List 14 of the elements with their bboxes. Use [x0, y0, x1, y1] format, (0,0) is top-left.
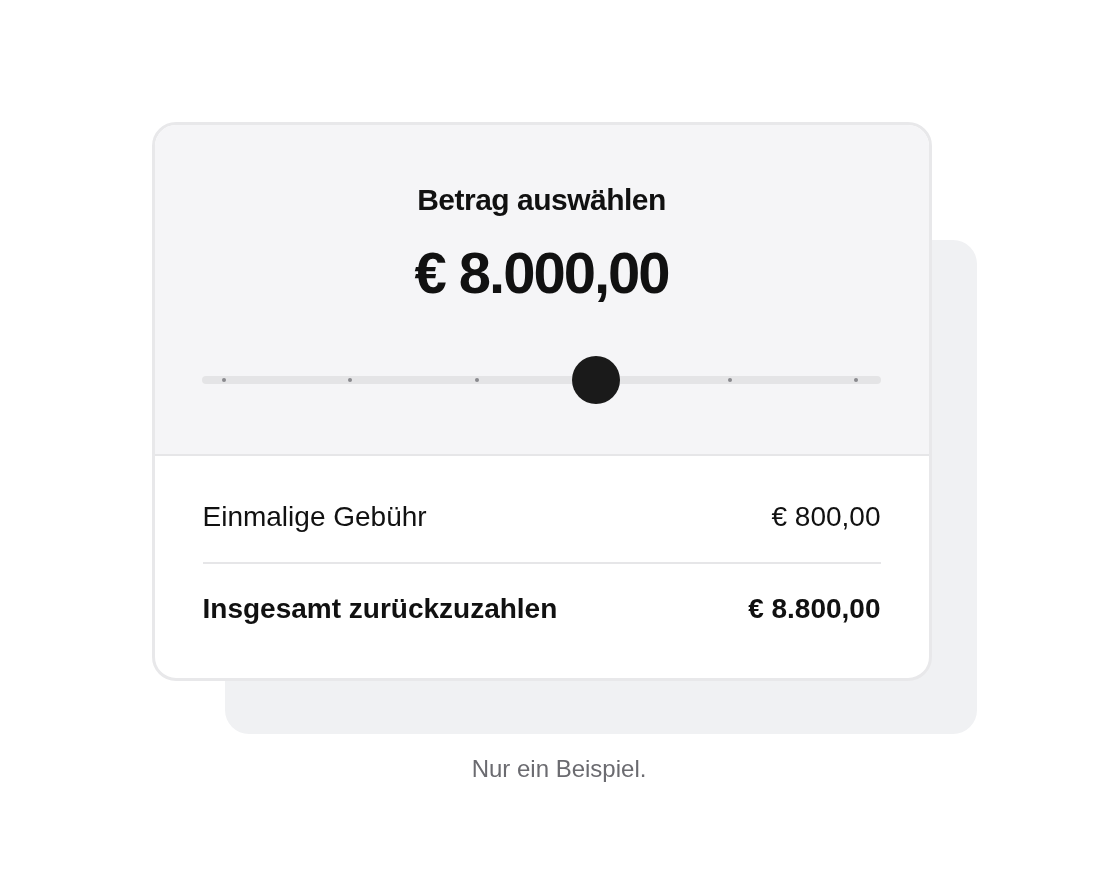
- tick-mark: [854, 378, 858, 382]
- tick-mark: [348, 378, 353, 382]
- amount-value: € 8.000,00: [414, 244, 669, 302]
- row-value: € 8.800,00: [748, 592, 881, 626]
- tick-mark: [222, 378, 226, 382]
- tick-mark: [727, 378, 732, 382]
- slider-thumb[interactable]: [571, 356, 620, 404]
- row-label: Einmalige Gebühr: [202, 500, 427, 534]
- card-title: Betrag auswählen: [417, 182, 666, 218]
- row-value: € 800,00: [771, 500, 881, 534]
- amount-slider[interactable]: [202, 356, 881, 404]
- row-label: Insgesamt zurückzuzahlen: [202, 592, 558, 626]
- tick-mark: [474, 378, 479, 382]
- caption: Nur ein Beispiel.: [471, 754, 647, 784]
